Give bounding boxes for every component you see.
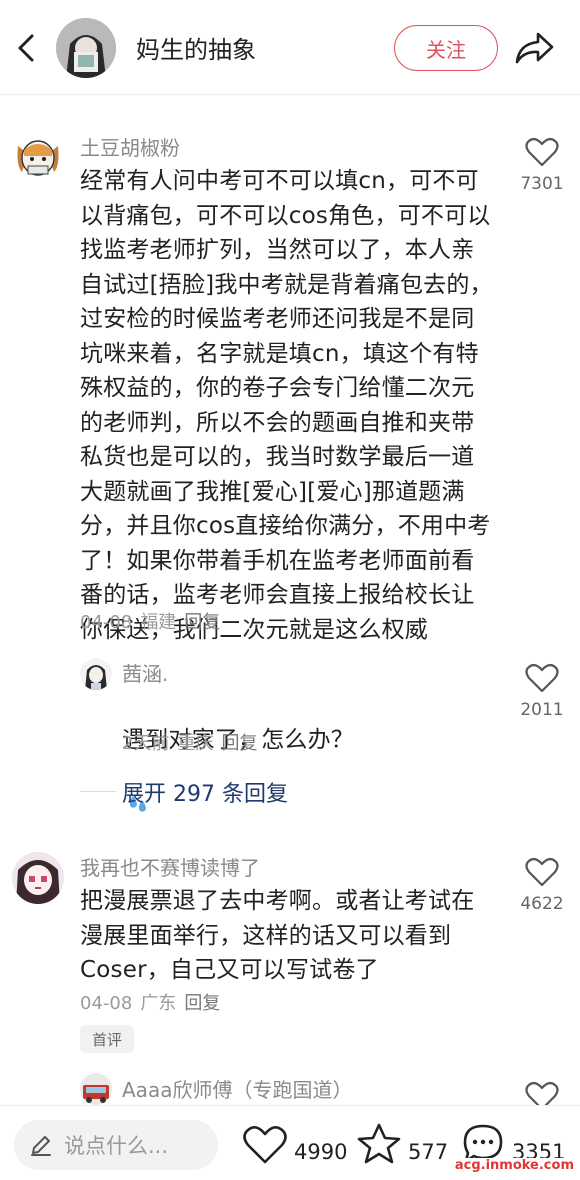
heart-icon[interactable] bbox=[525, 856, 559, 888]
reply-location: 重庆 bbox=[177, 733, 214, 754]
like-control[interactable]: 4622 bbox=[512, 856, 572, 914]
commenter-avatar[interactable] bbox=[12, 852, 64, 904]
heart-icon[interactable] bbox=[242, 1124, 288, 1166]
collect-total: 577 bbox=[408, 1140, 449, 1164]
like-control[interactable]: 7301 bbox=[512, 136, 572, 194]
like-post-button[interactable] bbox=[242, 1124, 288, 1170]
share-icon[interactable] bbox=[512, 28, 556, 68]
comment-location: 福建 bbox=[140, 612, 177, 633]
like-count: 7301 bbox=[520, 174, 564, 194]
reply-date: 2天前 bbox=[122, 733, 170, 754]
reply-avatar[interactable] bbox=[80, 658, 112, 690]
comment-date: 04-08 bbox=[80, 993, 133, 1014]
commenter-avatar[interactable] bbox=[12, 132, 64, 184]
divider bbox=[80, 791, 116, 792]
top-bar: 妈生的抽象 关注 bbox=[0, 0, 580, 95]
reply-button[interactable]: 回复 bbox=[184, 612, 220, 633]
comment-meta: 04-08 福建 回复 bbox=[80, 608, 228, 634]
reply-button[interactable]: 回复 bbox=[184, 993, 220, 1014]
comment-input-placeholder: 说点什么... bbox=[64, 1134, 169, 1158]
watermark: acg.inmoke.com bbox=[452, 1158, 576, 1173]
like-count: 4622 bbox=[520, 894, 564, 914]
comment-input[interactable]: 说点什么... bbox=[14, 1120, 218, 1170]
reply-meta: 2天前 重庆 回复 bbox=[122, 729, 265, 755]
reply-like-count: 2011 bbox=[520, 700, 564, 720]
collect-button[interactable] bbox=[356, 1122, 402, 1170]
comment-text: 经常有人问中考可不可以填cn，可不可 以背痛包，可不可以cos角色，可不可以 找… bbox=[80, 168, 493, 643]
reply-reply-button[interactable]: 回复 bbox=[221, 733, 257, 754]
reply-avatar[interactable] bbox=[80, 1073, 112, 1105]
author-name[interactable]: 妈生的抽象 bbox=[136, 30, 256, 65]
commenter-name[interactable]: 土豆胡椒粉 bbox=[80, 132, 180, 161]
pencil-icon bbox=[31, 1136, 51, 1156]
expand-replies-link[interactable]: 展开 297 条回复 bbox=[122, 776, 288, 808]
star-icon[interactable] bbox=[356, 1122, 402, 1166]
reply-username[interactable]: 茜涵. bbox=[122, 658, 168, 687]
reply-like-control[interactable]: 2011 bbox=[512, 662, 572, 720]
reply-username[interactable]: Aaaa欣师傅（专跑国道） bbox=[122, 1074, 352, 1103]
back-arrow-icon[interactable] bbox=[8, 28, 48, 68]
comment-text: 把漫展票退了去中考啊。或者让考试在 漫展里面举行，这样的话又可以看到 Coser… bbox=[80, 888, 475, 983]
comment-date: 04-08 bbox=[80, 612, 133, 633]
comment-meta: 04-08 广东 回复 bbox=[80, 989, 228, 1015]
first-comment-badge: 首评 bbox=[80, 1025, 135, 1053]
heart-icon[interactable] bbox=[525, 662, 559, 694]
heart-icon[interactable] bbox=[525, 136, 559, 168]
follow-button[interactable]: 关注 bbox=[394, 25, 498, 71]
commenter-name[interactable]: 我再也不赛博读博了 bbox=[80, 852, 260, 881]
author-avatar[interactable] bbox=[56, 18, 116, 78]
like-total: 4990 bbox=[294, 1140, 348, 1164]
comment-location: 广东 bbox=[140, 993, 177, 1014]
